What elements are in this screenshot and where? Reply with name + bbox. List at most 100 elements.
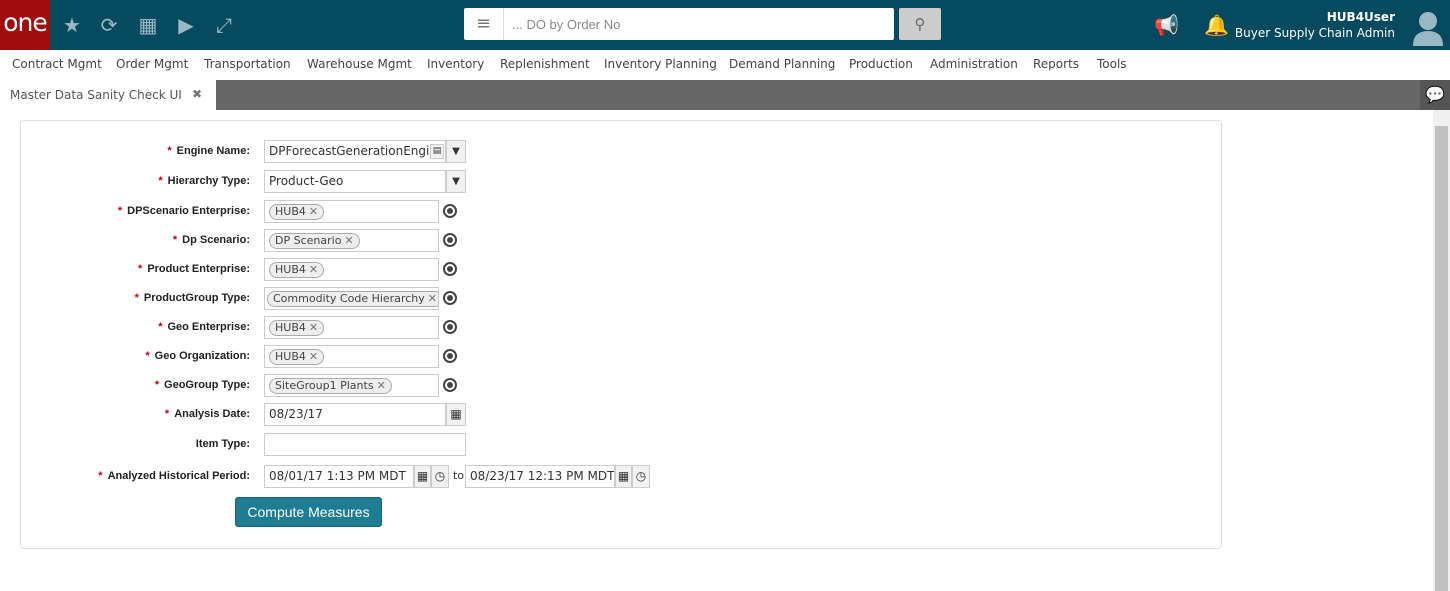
search-input[interactable]: [512, 14, 882, 34]
lookup-icon[interactable]: [443, 204, 457, 218]
remove-tag-icon[interactable]: ✕: [428, 292, 437, 305]
close-tab-icon[interactable]: ✖: [192, 87, 202, 101]
product-enterprise-label: * Product Enterprise:: [40, 263, 250, 275]
nav-inventory-planning[interactable]: Inventory Planning: [604, 57, 717, 71]
nav-tools[interactable]: Tools: [1097, 57, 1127, 71]
lookup-icon[interactable]: [443, 262, 457, 276]
calendar-icon[interactable]: ▦: [414, 465, 431, 488]
geo-organization-label-text: Geo Organization:: [154, 350, 250, 362]
refresh-icon[interactable]: ⟳: [97, 13, 121, 37]
avatar-icon[interactable]: [1412, 10, 1444, 46]
search-button[interactable]: ⚲: [899, 8, 941, 40]
lookup-icon[interactable]: [443, 233, 457, 247]
calendar-icon[interactable]: ▦: [446, 403, 466, 426]
engine-name-field[interactable]: DPForecastGenerationEngine: [264, 140, 446, 163]
productgroup-type-field[interactable]: Commodity Code Hierarchy ✕: [264, 287, 439, 310]
nav-production[interactable]: Production: [849, 57, 913, 71]
lookup-icon[interactable]: [443, 349, 457, 363]
remove-tag-icon[interactable]: ✕: [309, 205, 318, 218]
product-enterprise-label-text: Product Enterprise:: [147, 263, 250, 275]
geo-organization-field[interactable]: HUB4 ✕: [264, 345, 439, 368]
megaphone-icon[interactable]: 📢: [1154, 13, 1179, 37]
geogroup-type-field[interactable]: SiteGroup1 Plants ✕: [264, 374, 439, 397]
nav-transportation[interactable]: Transportation: [204, 57, 291, 71]
required-marker: *: [134, 292, 139, 304]
engine-name-value: DPForecastGenerationEngine: [269, 144, 445, 158]
product-enterprise-field[interactable]: HUB4 ✕: [264, 258, 439, 281]
tag-chip: HUB4 ✕: [269, 204, 325, 220]
nav-contract-mgmt[interactable]: Contract Mgmt: [12, 57, 102, 71]
bell-icon[interactable]: 🔔: [1204, 13, 1229, 37]
search-bar: ≡: [464, 8, 894, 40]
nav-order-mgmt[interactable]: Order Mgmt: [116, 57, 188, 71]
engine-name-label: * Engine Name:: [40, 145, 250, 157]
hierarchy-type-value: Product-Geo: [269, 174, 344, 188]
remove-tag-icon[interactable]: ✕: [309, 321, 318, 334]
historical-period-label: * Analyzed Historical Period:: [40, 470, 250, 482]
period-to-value: 08/23/17 12:13 PM MDT: [470, 469, 615, 483]
period-to-field[interactable]: 08/23/17 12:13 PM MDT: [465, 465, 615, 488]
required-marker: *: [117, 205, 123, 217]
tag-text: HUB4: [275, 321, 306, 334]
geo-enterprise-field[interactable]: HUB4 ✕: [264, 316, 439, 339]
tag-chip: DP Scenario ✕: [269, 233, 360, 249]
to-label: to: [453, 469, 465, 482]
tag-text: DP Scenario: [275, 234, 342, 247]
nav-reports[interactable]: Reports: [1033, 57, 1079, 71]
calendar-icon[interactable]: ▦: [615, 465, 632, 488]
tab-master-data-sanity-check[interactable]: Master Data Sanity Check UI ✖: [0, 80, 216, 110]
lookup-icon[interactable]: [443, 378, 457, 392]
nav-inventory[interactable]: Inventory: [427, 57, 484, 71]
nav-warehouse-mgmt[interactable]: Warehouse Mgmt: [307, 57, 412, 71]
analysis-date-label-text: Analysis Date:: [174, 408, 250, 420]
nav-replenishment[interactable]: Replenishment: [500, 57, 590, 71]
nav-demand-planning[interactable]: Demand Planning: [729, 57, 835, 71]
period-from-field[interactable]: 08/01/17 1:13 PM MDT: [264, 465, 414, 488]
remove-tag-icon[interactable]: ✕: [309, 263, 318, 276]
remove-tag-icon[interactable]: ✕: [309, 350, 318, 363]
analysis-date-field[interactable]: 08/23/17: [264, 403, 446, 426]
remove-tag-icon[interactable]: ✕: [377, 379, 386, 392]
tag-chip: HUB4 ✕: [269, 349, 325, 365]
required-marker: *: [158, 175, 163, 187]
tag-text: SiteGroup1 Plants: [275, 379, 374, 392]
search-menu-icon[interactable]: ≡: [464, 8, 504, 40]
chat-icon[interactable]: 💬: [1420, 80, 1450, 110]
item-type-label-text: Item Type:: [195, 438, 250, 450]
dp-scenario-field[interactable]: DP Scenario ✕: [264, 229, 439, 252]
clock-icon[interactable]: ◷: [632, 465, 650, 488]
hierarchy-type-label: * Hierarchy Type:: [40, 175, 250, 187]
dpscenario-enterprise-label-text: DPScenario Enterprise:: [127, 205, 250, 217]
user-info[interactable]: HUB4User Buyer Supply Chain Admin: [1235, 9, 1395, 41]
dp-scenario-label-text: Dp Scenario:: [182, 234, 250, 246]
dpscenario-enterprise-field[interactable]: HUB4 ✕: [264, 200, 439, 223]
lookup-icon[interactable]: [443, 320, 457, 334]
required-marker: *: [172, 234, 178, 246]
engine-name-label-text: Engine Name:: [176, 145, 250, 157]
compute-measures-button[interactable]: Compute Measures: [235, 497, 382, 527]
scrollbar-thumb[interactable]: [1435, 126, 1448, 591]
lookup-icon[interactable]: [443, 291, 457, 305]
lookup-list-icon[interactable]: ▤: [430, 144, 444, 159]
geo-organization-label: * Geo Organization:: [40, 350, 250, 362]
analysis-date-label: * Analysis Date:: [40, 408, 250, 420]
clock-icon[interactable]: ◷: [431, 465, 449, 488]
logo[interactable]: one: [0, 0, 50, 50]
item-type-field[interactable]: [264, 433, 466, 456]
top-bar: one ★ ⟳ ▦ ▶ ⤢ ≡ ⚲ 📢 🔔 HUB4User Buyer Supp…: [0, 0, 1450, 50]
play-icon[interactable]: ▶: [174, 13, 198, 37]
required-marker: *: [167, 145, 172, 157]
star-icon[interactable]: ★: [60, 13, 84, 37]
scrollbar[interactable]: [1433, 110, 1450, 591]
user-role: Buyer Supply Chain Admin: [1234, 26, 1395, 40]
apps-grid-icon[interactable]: ▦: [136, 13, 160, 37]
hierarchy-type-field[interactable]: Product-Geo: [264, 170, 446, 193]
productgroup-type-label: * ProductGroup Type:: [40, 292, 250, 304]
engine-name-dropdown[interactable]: ▼: [446, 140, 466, 163]
hierarchy-type-dropdown[interactable]: ▼: [446, 170, 466, 193]
hierarchy-type-label-text: Hierarchy Type:: [167, 175, 250, 187]
nav-administration[interactable]: Administration: [930, 57, 1018, 71]
expand-icon[interactable]: ⤢: [212, 13, 236, 37]
tag-text: HUB4: [275, 205, 306, 218]
remove-tag-icon[interactable]: ✕: [344, 234, 353, 247]
